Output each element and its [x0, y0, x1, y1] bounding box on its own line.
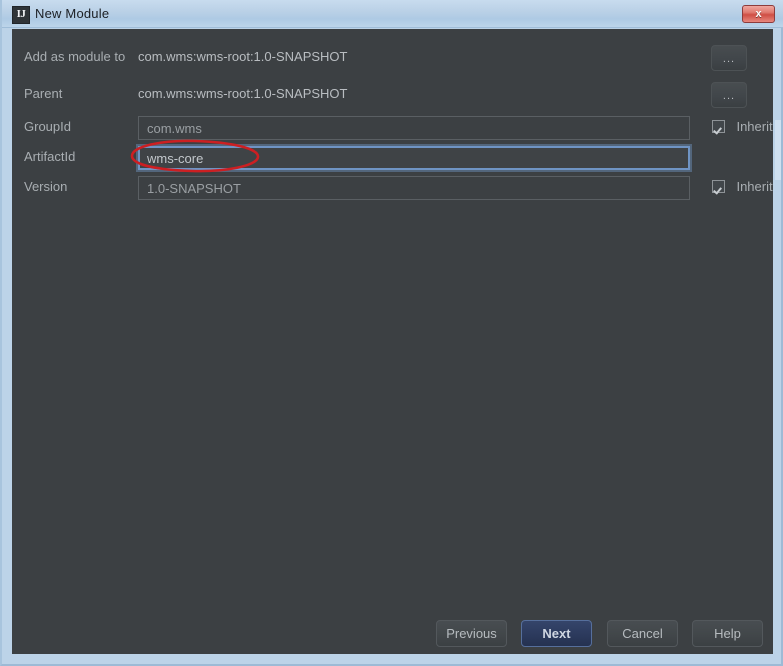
form-row-group-id: GroupId Inherit — [12, 115, 773, 141]
inherit-version[interactable]: Inherit — [712, 178, 773, 196]
ellipsis-icon: ... — [722, 53, 736, 65]
label-artifact-id: ArtifactId — [24, 149, 76, 164]
intellij-idea-icon: IJ — [12, 6, 30, 24]
artifact-id-input[interactable] — [138, 146, 690, 170]
form-row-parent: Parent com.wms:wms-root:1.0-SNAPSHOT ... — [12, 82, 773, 108]
inherit-group-id[interactable]: Inherit — [712, 118, 773, 136]
close-icon[interactable]: x — [742, 5, 775, 23]
label-add-as-module-to: Add as module to — [24, 49, 126, 64]
version-input[interactable] — [138, 176, 690, 200]
window-title: New Module — [35, 6, 110, 21]
label-group-id: GroupId — [24, 119, 71, 134]
inherit-label-version: Inherit — [736, 179, 773, 195]
dialog-window: IJ New Module x Add as module to com.wms… — [0, 0, 783, 666]
previous-button[interactable]: Previous — [436, 620, 507, 647]
label-parent: Parent — [24, 86, 63, 101]
checkbox-icon[interactable] — [712, 180, 725, 194]
help-button[interactable]: Help — [692, 620, 763, 647]
dialog-content: Add as module to com.wms:wms-root:1.0-SN… — [12, 29, 773, 654]
ellipsis-icon: ... — [722, 90, 736, 102]
dialog-button-bar: Previous Next Cancel Help — [12, 612, 773, 654]
inherit-label-group-id: Inherit — [736, 119, 773, 135]
next-button[interactable]: Next — [521, 620, 592, 647]
form-row-version: Version Inherit — [12, 175, 773, 201]
frame-scroll-highlight — [775, 120, 781, 180]
value-parent: com.wms:wms-root:1.0-SNAPSHOT — [138, 86, 348, 101]
label-version: Version — [24, 179, 68, 194]
form-row-artifact-id: ArtifactId — [12, 145, 773, 171]
value-add-as-module-to: com.wms:wms-root:1.0-SNAPSHOT — [138, 49, 348, 64]
form-row-add-as-module-to: Add as module to com.wms:wms-root:1.0-SN… — [12, 45, 773, 71]
title-bar[interactable]: IJ New Module x — [2, 0, 783, 28]
checkbox-icon[interactable] — [712, 120, 725, 134]
group-id-input[interactable] — [138, 116, 690, 140]
browse-button-add-as-module-to[interactable]: ... — [711, 45, 747, 71]
browse-button-parent[interactable]: ... — [711, 82, 747, 108]
cancel-button[interactable]: Cancel — [607, 620, 678, 647]
